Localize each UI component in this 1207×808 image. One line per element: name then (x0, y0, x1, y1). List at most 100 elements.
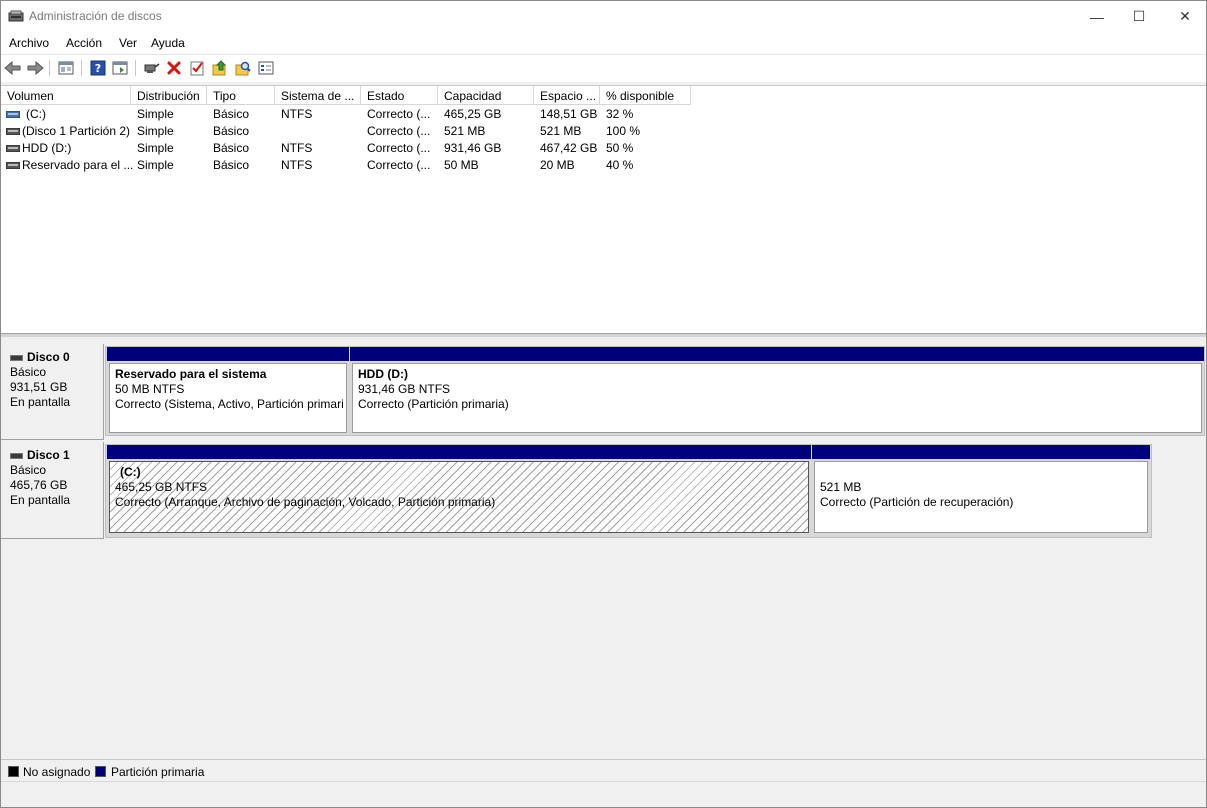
menu-ver[interactable]: Ver (119, 36, 137, 50)
cell-estado: Correcto (... (367, 107, 431, 121)
help-button[interactable]: ? (89, 59, 107, 77)
column-header-porcentaje-disponible[interactable]: % disponible (600, 86, 691, 105)
forward-icon (27, 60, 44, 76)
forward-button[interactable] (26, 59, 44, 77)
cell-sistema-archivos: NTFS (281, 158, 313, 172)
toolbar-separator (135, 60, 136, 76)
partition-recuperacion[interactable]: 521 MB Correcto (Partición de recuperaci… (812, 445, 1150, 535)
cell-volumen: (Disco 1 Partición 2) (22, 124, 131, 138)
show-hide-console-tree-icon (58, 61, 74, 75)
disk-0-label[interactable]: Disco 0 Básico 931,51 GB En pantalla (1, 344, 104, 440)
svg-text:?: ? (95, 62, 101, 75)
primary-partition-bar (812, 445, 1150, 459)
partition-title: Reservado para el sistema (115, 367, 267, 381)
disk-graphical-view: Disco 0 Básico 931,51 GB En pantalla Res… (1, 337, 1206, 757)
cell-distribucion: Simple (137, 124, 174, 138)
find-button[interactable] (234, 59, 252, 77)
partition-title: (C:) (120, 465, 141, 479)
legend-bar: No asignado Partición primaria (1, 759, 1206, 781)
disk-0-name: Disco 0 (10, 350, 103, 365)
disk-management-app-icon (8, 10, 24, 22)
toolbar-separator (49, 60, 50, 76)
table-row[interactable]: (C:) Simple Básico NTFS Correcto (... 46… (1, 106, 701, 123)
connect-drive-button[interactable] (143, 59, 161, 77)
drive-icon (6, 128, 20, 135)
table-row[interactable]: Reservado para el ... Simple Básico NTFS… (1, 157, 701, 174)
disk-1-partitions: (C:) 465,25 GB NTFS Correcto (Arranque, … (105, 444, 1152, 538)
check-button[interactable] (188, 59, 206, 77)
cell-espacio-disponible: 148,51 GB (540, 107, 598, 121)
cell-porcentaje: 100 % (606, 124, 641, 138)
properties-button[interactable] (257, 59, 275, 77)
partition-reservado-sistema[interactable]: Reservado para el sistema 50 MB NTFS Cor… (107, 347, 349, 435)
cell-tipo: Básico (213, 107, 250, 121)
primary-partition-bar (350, 347, 1204, 361)
disk-1-name: Disco 1 (10, 448, 103, 463)
column-header-estado[interactable]: Estado (361, 86, 438, 105)
column-header-espacio-disponible[interactable]: Espacio ... (534, 86, 600, 105)
cell-capacidad: 50 MB (444, 158, 479, 172)
menu-archivo[interactable]: Archivo (9, 36, 49, 50)
status-bar (1, 781, 1206, 807)
back-icon (4, 60, 21, 76)
column-header-volumen[interactable]: Volumen (1, 86, 131, 105)
partition-hdd-d[interactable]: HDD (D:) 931,46 GB NTFS Correcto (Partic… (350, 347, 1204, 435)
disk-icon (10, 452, 23, 459)
minimize-icon: — (1090, 8, 1104, 25)
disk-1-type: Básico (10, 463, 47, 477)
legend-unallocated: No asignado (23, 765, 91, 779)
partition-info: HDD (D:) 931,46 GB NTFS Correcto (Partic… (352, 363, 1202, 433)
cell-distribucion: Simple (137, 141, 174, 155)
delete-button[interactable] (165, 59, 183, 77)
cell-tipo: Básico (213, 141, 250, 155)
maximize-button[interactable]: ☐ (1116, 1, 1162, 32)
console-tree-button[interactable] (57, 59, 75, 77)
close-button[interactable]: ✕ (1162, 1, 1207, 32)
maximize-icon: ☐ (1132, 8, 1146, 24)
cell-porcentaje: 50 % (606, 141, 634, 155)
unallocated-swatch (8, 766, 19, 777)
partition-info-selected: (C:) 465,25 GB NTFS Correcto (Arranque, … (109, 461, 809, 533)
cell-estado: Correcto (... (367, 158, 431, 172)
partition-size: 521 MB (820, 480, 862, 494)
primary-partition-bar (107, 347, 349, 361)
partition-title (820, 465, 1147, 480)
cell-estado: Correcto (... (367, 124, 431, 138)
cell-porcentaje: 40 % (606, 158, 634, 172)
column-header-sistema-archivos[interactable]: Sistema de ... (275, 86, 361, 105)
menu-accion[interactable]: Acción (66, 36, 102, 50)
column-header-distribucion[interactable]: Distribución (131, 86, 207, 105)
cell-espacio-disponible: 20 MB (540, 158, 575, 172)
up-folder-button[interactable] (211, 59, 229, 77)
cell-capacidad: 465,25 GB (444, 107, 502, 121)
partition-status: Correcto (Sistema, Activo, Partición pri… (115, 397, 344, 411)
minimize-button[interactable]: — (1074, 1, 1120, 32)
cell-capacidad: 931,46 GB (444, 141, 502, 155)
toolbar: ? (1, 54, 1206, 82)
properties-icon (258, 61, 274, 75)
partition-size: 465,25 GB NTFS (115, 480, 208, 494)
cell-estado: Correcto (... (367, 141, 431, 155)
disk-1-label[interactable]: Disco 1 Básico 465,76 GB En pantalla (1, 442, 104, 539)
disk-0-state: En pantalla (10, 395, 71, 409)
table-row[interactable]: HDD (D:) Simple Básico NTFS Correcto (..… (1, 140, 701, 157)
volume-list: Volumen Distribución Tipo Sistema de ...… (1, 85, 1206, 333)
disk-management-window: Administración de discos — ☐ ✕ Archivo A… (0, 0, 1207, 808)
menu-bar: Archivo Acción Ver Ayuda (1, 32, 1206, 54)
cell-volumen: HDD (D:) (22, 141, 72, 155)
partition-status: Correcto (Partición de recuperación) (820, 495, 1014, 509)
partition-c[interactable]: (C:) 465,25 GB NTFS Correcto (Arranque, … (107, 445, 811, 535)
menu-ayuda[interactable]: Ayuda (151, 36, 185, 50)
column-header-tipo[interactable]: Tipo (207, 86, 275, 105)
help-icon: ? (90, 60, 106, 76)
cell-sistema-archivos: NTFS (281, 141, 313, 155)
column-header-capacidad[interactable]: Capacidad (438, 86, 534, 105)
partition-info: Reservado para el sistema 50 MB NTFS Cor… (109, 363, 347, 433)
check-icon (190, 61, 204, 76)
primary-partition-swatch (95, 766, 106, 777)
up-folder-icon (212, 60, 227, 76)
table-row[interactable]: (Disco 1 Partición 2) Simple Básico Corr… (1, 123, 701, 140)
back-button[interactable] (4, 59, 22, 77)
properties-pane-button[interactable] (111, 59, 129, 77)
disk-0-partitions: Reservado para el sistema 50 MB NTFS Cor… (105, 346, 1205, 436)
